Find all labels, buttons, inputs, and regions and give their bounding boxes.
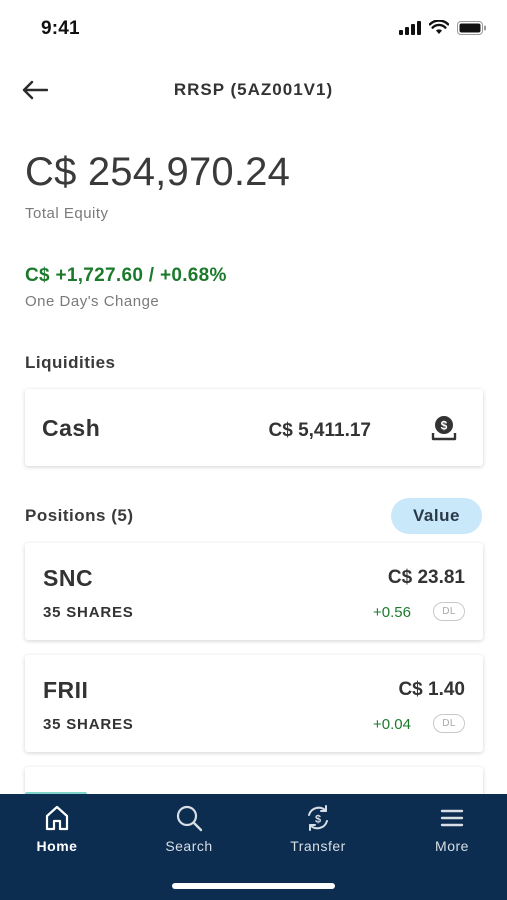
nav-search[interactable]: Search (139, 804, 239, 858)
transfer-icon: $ (308, 805, 328, 831)
value-sort-toggle[interactable]: Value (391, 498, 482, 534)
liquidities-title: Liquidities (25, 353, 116, 372)
status-icons (399, 20, 487, 35)
position-change: +0.04 (373, 716, 411, 733)
nav-transfer[interactable]: $ Transfer (268, 804, 368, 858)
position-card[interactable]: FRII 35 SHARES C$ 1.40 +0.04 DL (25, 655, 483, 752)
menu-icon (440, 809, 464, 827)
cash-label: Cash (42, 415, 101, 441)
nav-more[interactable]: More (402, 804, 502, 858)
nav-home-label: Home (36, 838, 78, 854)
svg-text:$: $ (441, 419, 448, 433)
page-title: RRSP (5AZ001V1) (173, 80, 334, 99)
dl-badge: DL (433, 714, 465, 733)
position-change: +0.56 (373, 604, 411, 621)
position-symbol: SNC (43, 565, 94, 591)
search-icon (176, 805, 203, 832)
day-change-value: C$ +1,727.60 / +0.68% (25, 265, 227, 286)
day-change-label: One Day's Change (25, 293, 160, 310)
position-shares: 35 SHARES (43, 716, 134, 733)
battery-icon (457, 20, 486, 35)
cash-card[interactable]: Cash C$ 5,411.17 $ (25, 389, 483, 466)
position-shares: 35 SHARES (43, 604, 134, 621)
status-bar: 9:41 (0, 0, 507, 58)
positions-title: Positions (5) (25, 506, 134, 525)
status-time: 9:41 (41, 18, 80, 39)
nav-more-label: More (435, 838, 469, 854)
cash-amount: C$ 5,411.17 (268, 420, 371, 441)
deposit-icon[interactable]: $ (431, 415, 457, 441)
position-symbol: FRII (43, 677, 89, 703)
position-price: C$ 1.40 (398, 679, 465, 700)
cellular-signal-icon (399, 20, 421, 35)
nav-header: RRSP (5AZ001V1) (0, 70, 507, 110)
svg-text:$: $ (315, 814, 321, 826)
home-indicator (172, 883, 335, 889)
nav-home[interactable]: Home (7, 804, 107, 858)
home-icon (45, 805, 69, 831)
dl-badge: DL (433, 602, 465, 621)
position-card[interactable]: SNC 35 SHARES C$ 23.81 +0.56 DL (25, 543, 483, 640)
position-price: C$ 23.81 (387, 567, 465, 588)
wifi-icon (429, 20, 449, 34)
nav-transfer-label: Transfer (290, 838, 346, 854)
total-equity-label: Total Equity (25, 205, 109, 222)
total-equity-value: C$ 254,970.24 (25, 150, 291, 194)
nav-search-label: Search (165, 838, 213, 854)
